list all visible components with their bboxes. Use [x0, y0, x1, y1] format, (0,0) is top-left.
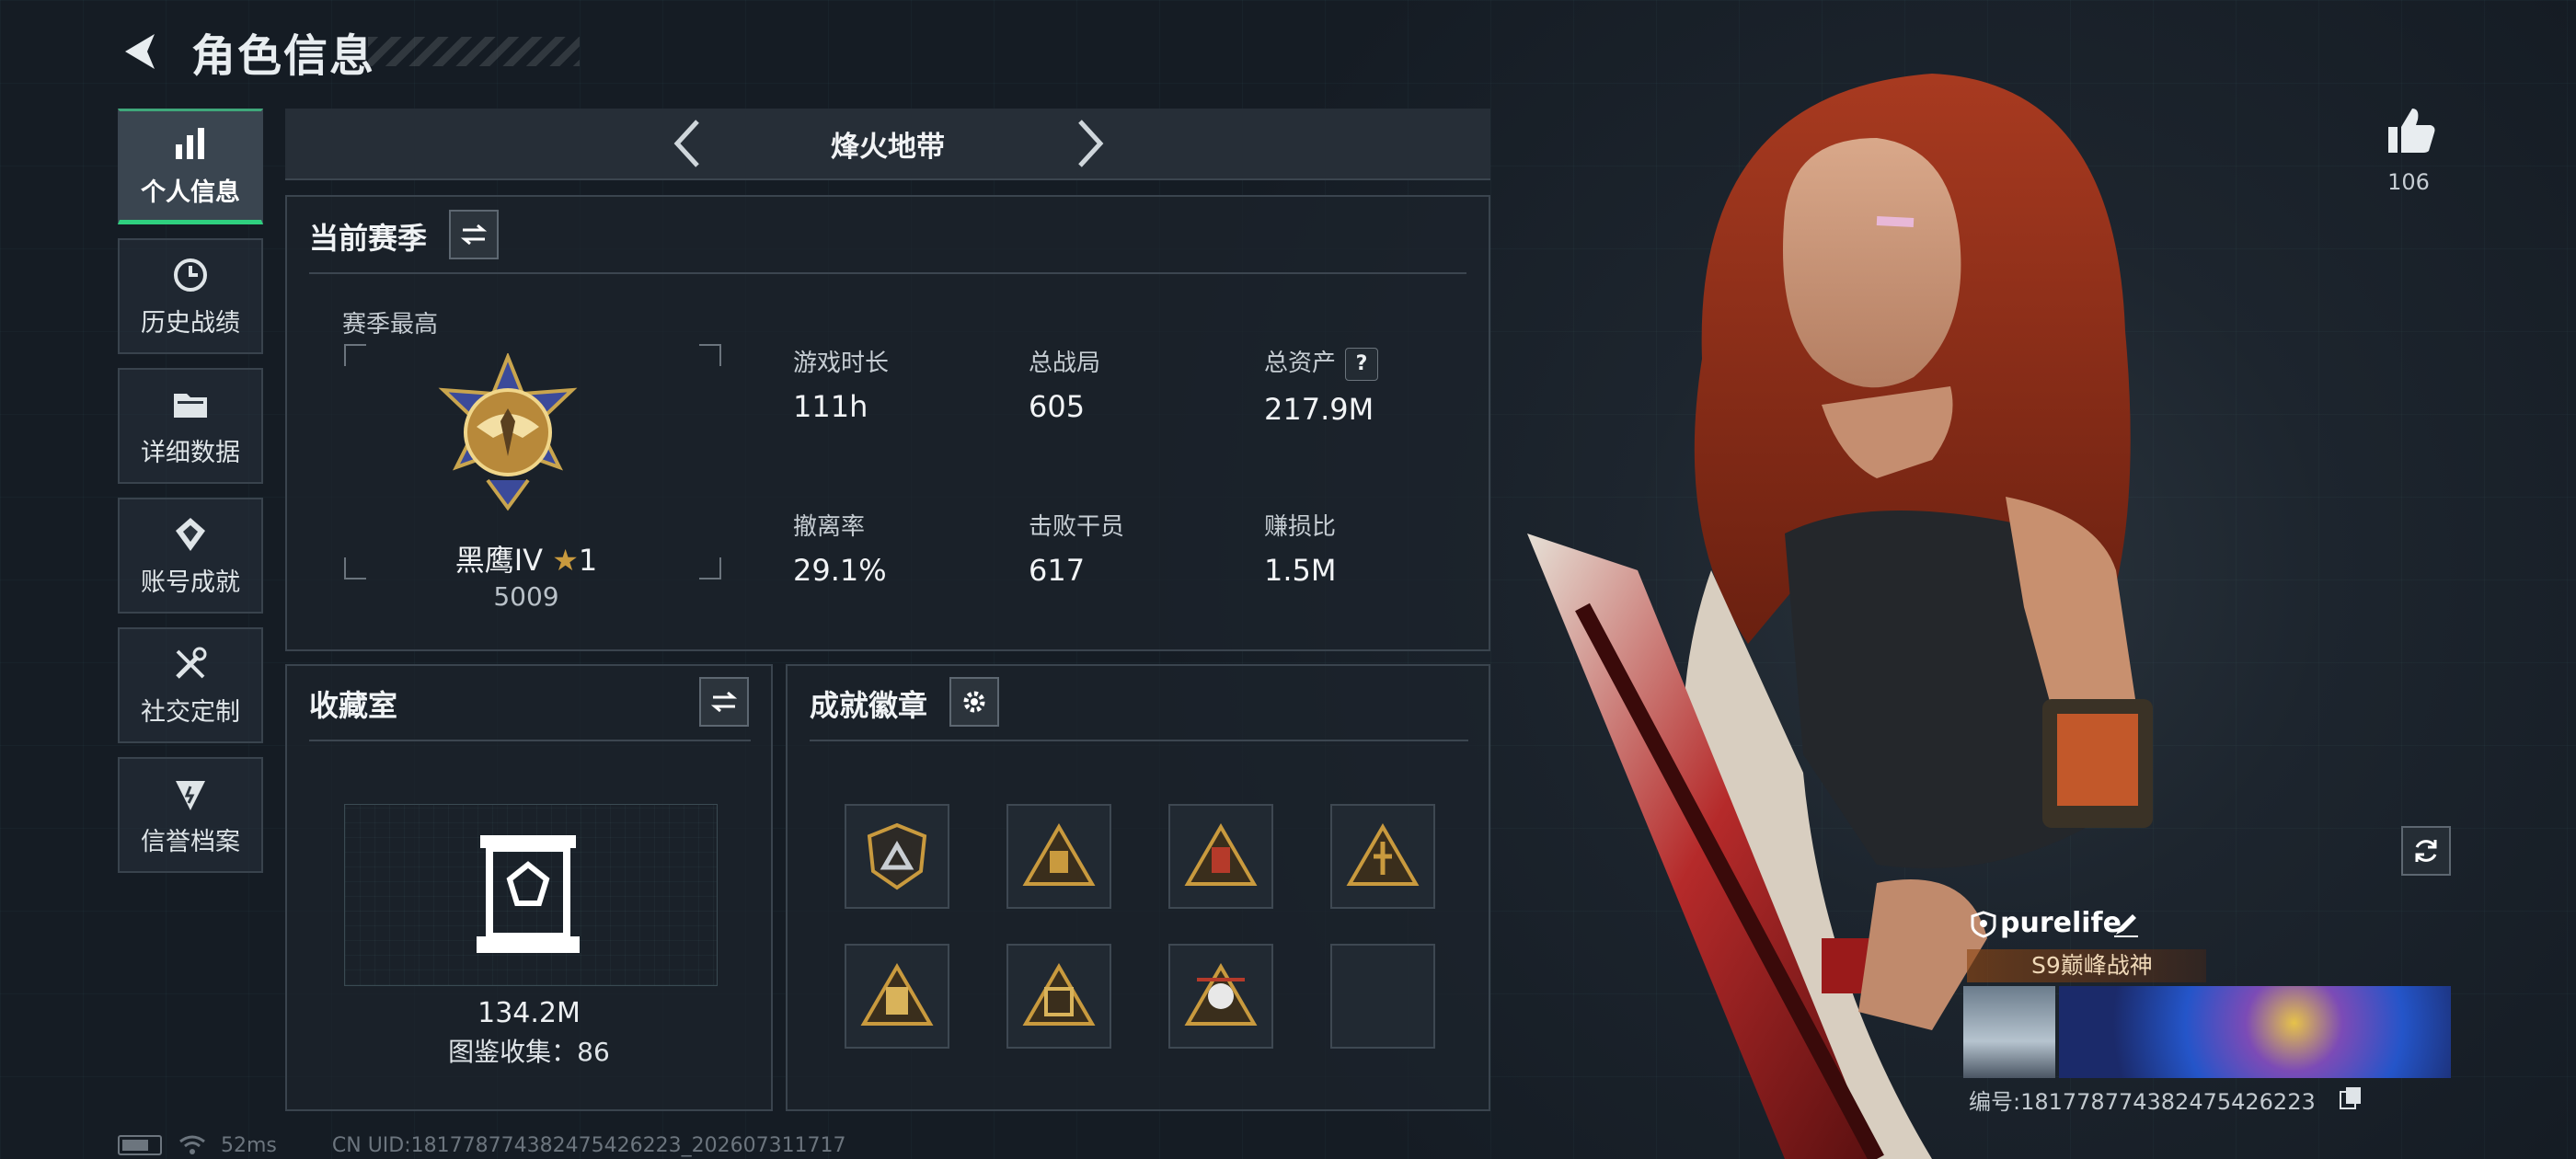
sidebar-item-label: 详细数据 — [141, 438, 240, 467]
sidebar-item-label: 个人信息 — [141, 178, 240, 207]
skull-badge-icon — [1184, 963, 1258, 1026]
history-clock-icon — [174, 258, 207, 292]
sidebar-item-credit-profile[interactable]: 信誉档案 — [118, 757, 263, 873]
stat-playtime: 游戏时长 111h — [793, 344, 889, 424]
sidebar-item-detailed-data[interactable]: 详细数据 — [118, 368, 263, 484]
sidebar-item-label: 账号成就 — [141, 568, 240, 597]
battery-icon — [118, 1135, 162, 1155]
player-id: 编号:18177877438247542622​3 — [1969, 1089, 2316, 1115]
ping-value: 52ms — [221, 1133, 277, 1157]
season-best-label: 赛季最高 — [342, 311, 439, 339]
rank-stars: 1 — [578, 543, 598, 578]
display-case-icon — [477, 835, 580, 953]
divider — [309, 272, 1466, 274]
sidebar: 个人信息 历史战绩 详细数据 账号成就 社交定制 信誉档案 — [118, 109, 265, 887]
stat-value: 29.1% — [793, 553, 887, 588]
collection-value: 134.2M — [477, 997, 581, 1029]
stat-value: 617 — [1029, 553, 1086, 588]
sidebar-item-account-achievements[interactable]: 账号成就 — [118, 498, 263, 614]
collection-panel[interactable]: 收藏室 134.2M 图鉴收集：86 — [285, 664, 773, 1111]
shield-icon — [1971, 911, 1996, 938]
badge-slot[interactable] — [845, 944, 949, 1049]
star-icon: ★ — [552, 543, 579, 578]
badge-slot[interactable] — [1006, 804, 1111, 909]
stat-label-text: 总资产 — [1264, 350, 1337, 377]
section-title: 收藏室 — [309, 688, 398, 723]
stat-label: 击败干员 — [1029, 513, 1125, 541]
stat-kills: 击败干员 617 — [1029, 508, 1124, 588]
chevron-left-icon[interactable] — [662, 116, 718, 171]
section-title: 当前赛季 — [309, 221, 428, 256]
credit-shield-icon — [176, 780, 205, 810]
sidebar-item-social-custom[interactable]: 社交定制 — [118, 627, 263, 743]
stat-label: 赚损比 — [1264, 513, 1337, 541]
switch-season-button[interactable] — [449, 210, 499, 259]
badge-slot[interactable] — [1006, 944, 1111, 1049]
triangle-badge-icon — [1022, 823, 1096, 886]
sidebar-item-history[interactable]: 历史战绩 — [118, 238, 263, 354]
wifi-icon — [179, 1135, 205, 1154]
thumbs-up-icon[interactable] — [2383, 103, 2438, 158]
stat-total-matches: 总战局 605 — [1029, 344, 1100, 424]
stat-value: 1.5M — [1264, 553, 1337, 588]
title-decoration — [368, 37, 580, 66]
chevron-right-icon[interactable] — [1060, 116, 1115, 171]
current-season-panel: 当前赛季 赛季最高 黑鹰IV ★1 5009 游戏时长 111h 总战局 605… — [285, 195, 1490, 651]
rank-name: 黑鹰IV ★1 — [388, 537, 664, 580]
folder-icon — [174, 393, 207, 418]
stat-label: 总战局 — [1029, 350, 1101, 377]
refresh-button[interactable] — [2401, 826, 2451, 876]
refresh-icon — [2415, 840, 2437, 862]
stat-label: 游戏时长 — [793, 350, 890, 377]
bar-chart-icon — [176, 127, 204, 159]
achievement-badge-icon — [176, 517, 205, 551]
switch-collection-button[interactable] — [699, 677, 749, 727]
triangle-badge-icon — [1184, 823, 1258, 886]
triangle-badge-icon — [860, 963, 934, 1026]
mode-selector: 烽火地带 — [285, 109, 1490, 180]
stat-profit-ratio: 赚损比 1.5M — [1264, 508, 1337, 588]
badge-slot[interactable] — [1168, 944, 1273, 1049]
mode-title: 烽火地带 — [831, 130, 945, 164]
shield-badge-icon — [867, 822, 927, 890]
sidebar-item-label: 历史战绩 — [141, 308, 240, 338]
swap-icon — [710, 691, 738, 713]
back-arrow-icon[interactable] — [118, 29, 164, 75]
sidebar-item-label: 社交定制 — [141, 697, 240, 727]
tools-icon — [176, 647, 207, 679]
collection-count: 图鉴收集：86 — [448, 1037, 610, 1067]
rank-score: 5009 — [493, 581, 559, 612]
player-card: purelife S9巅峰战神 编号:18177877438247542622​… — [1963, 901, 2460, 1115]
rank-emblem-icon — [438, 353, 578, 511]
edit-pencil-icon[interactable] — [2112, 911, 2140, 938]
player-title-banner: S9巅峰战神 — [1967, 949, 2206, 982]
page-header: 角色信息 — [118, 22, 376, 82]
player-title: S9巅峰战神 — [2031, 952, 2153, 979]
page-title: 角色信息 — [191, 30, 376, 82]
badge-settings-button[interactable] — [949, 677, 999, 727]
avatar[interactable] — [1963, 986, 2055, 1078]
swap-icon — [460, 224, 488, 246]
sidebar-item-label: 信誉档案 — [141, 827, 240, 856]
triangle-badge-icon — [1022, 963, 1096, 1026]
copy-icon[interactable] — [2339, 1085, 2363, 1109]
stat-value: 111h — [793, 389, 868, 424]
badge-slot[interactable] — [845, 804, 949, 909]
gear-icon — [963, 691, 985, 713]
rank-tier: 黑鹰IV — [454, 543, 544, 578]
player-name: purelife — [2000, 907, 2122, 939]
stat-value: 605 — [1029, 389, 1086, 424]
profile-banner[interactable] — [2059, 986, 2451, 1078]
divider — [309, 740, 751, 741]
status-bar: 52ms CN UID:181778774382475426223_202607… — [118, 1131, 846, 1159]
section-title: 成就徽章 — [810, 688, 928, 723]
stat-label: 撤离率 — [793, 513, 866, 541]
stat-extraction-rate: 撤离率 29.1% — [793, 508, 887, 588]
client-uid: CN UID:181778774382475426223_20260731171… — [331, 1133, 846, 1157]
badge-slot[interactable] — [1168, 804, 1273, 909]
like-count: 106 — [2387, 169, 2430, 195]
sidebar-item-personal-info[interactable]: 个人信息 — [118, 109, 263, 224]
